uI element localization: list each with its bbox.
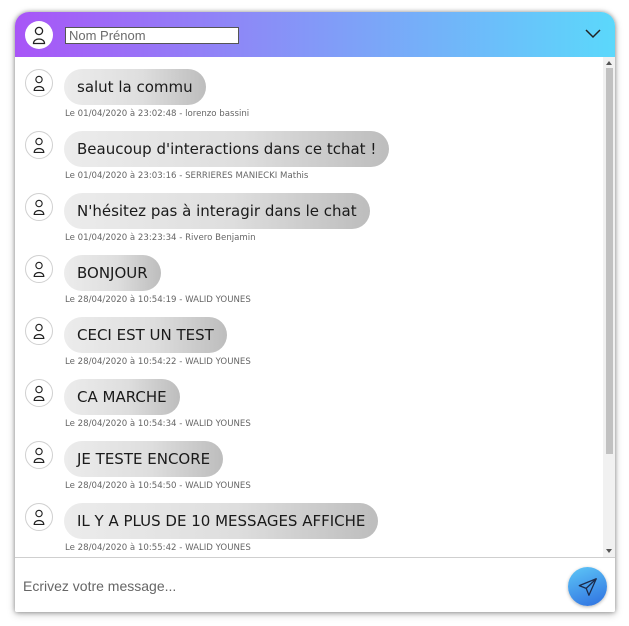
avatar <box>25 131 53 159</box>
message-meta: Le 28/04/2020 à 10:54:34 - WALID YOUNES <box>65 419 251 429</box>
person-icon <box>33 199 45 216</box>
message-bubble: JE TESTE ENCORE <box>64 441 224 477</box>
person-icon <box>33 323 45 340</box>
scroll-down-arrow-icon[interactable] <box>606 549 612 553</box>
person-icon <box>33 137 45 154</box>
message-meta: Le 28/04/2020 à 10:55:42 - WALID YOUNES <box>65 543 251 553</box>
user-avatar <box>25 21 53 49</box>
message-bubble: BONJOUR <box>64 255 161 291</box>
message-item: JE TESTE ENCORE Le 28/04/2020 à 10:54:50… <box>15 441 603 503</box>
message-item: Beaucoup d'interactions dans ce tchat ! … <box>15 131 603 193</box>
avatar <box>25 441 53 469</box>
person-icon <box>33 261 45 278</box>
scroll-up-arrow-icon[interactable] <box>606 61 612 65</box>
person-icon <box>32 26 46 45</box>
message-input[interactable] <box>23 576 553 596</box>
message-item: CECI EST UN TEST Le 28/04/2020 à 10:54:2… <box>15 317 603 379</box>
message-item: N'hésitez pas à interagir dans le chat L… <box>15 193 603 255</box>
send-icon <box>578 577 597 596</box>
person-icon <box>33 75 45 92</box>
name-input[interactable] <box>65 27 239 44</box>
message-item: salut la commu Le 01/04/2020 à 23:02:48 … <box>15 69 603 131</box>
avatar <box>25 379 53 407</box>
message-meta: Le 28/04/2020 à 10:54:22 - WALID YOUNES <box>65 357 251 367</box>
avatar <box>25 503 53 531</box>
chevron-down-icon[interactable] <box>585 27 601 39</box>
person-icon <box>33 385 45 402</box>
chat-header <box>15 12 615 57</box>
message-bubble: CECI EST UN TEST <box>64 317 227 353</box>
person-icon <box>33 509 45 526</box>
avatar <box>25 69 53 97</box>
message-bubble: IL Y A PLUS DE 10 MESSAGES AFFICHE <box>64 503 379 539</box>
message-meta: Le 01/04/2020 à 23:02:48 - lorenzo bassi… <box>65 109 250 119</box>
message-list: salut la commu Le 01/04/2020 à 23:02:48 … <box>15 57 603 557</box>
scrollbar-thumb[interactable] <box>606 68 613 454</box>
message-bubble: CA MARCHE <box>64 379 180 415</box>
send-button[interactable] <box>568 567 607 606</box>
chat-window: salut la commu Le 01/04/2020 à 23:02:48 … <box>15 12 615 612</box>
message-meta: Le 28/04/2020 à 10:54:50 - WALID YOUNES <box>65 481 251 491</box>
message-bubble: salut la commu <box>64 69 206 105</box>
message-item: BONJOUR Le 28/04/2020 à 10:54:19 - WALID… <box>15 255 603 317</box>
composer <box>15 557 615 612</box>
message-meta: Le 28/04/2020 à 10:54:19 - WALID YOUNES <box>65 295 251 305</box>
message-bubble: N'hésitez pas à interagir dans le chat <box>64 193 370 229</box>
message-meta: Le 01/04/2020 à 23:03:16 - SERRIERES MAN… <box>65 171 309 181</box>
message-meta: Le 01/04/2020 à 23:23:34 - Rivero Benjam… <box>65 233 256 243</box>
avatar <box>25 255 53 283</box>
message-item: IL Y A PLUS DE 10 MESSAGES AFFICHE Le 28… <box>15 503 603 557</box>
avatar <box>25 193 53 221</box>
message-item: CA MARCHE Le 28/04/2020 à 10:54:34 - WAL… <box>15 379 603 441</box>
message-bubble: Beaucoup d'interactions dans ce tchat ! <box>64 131 390 167</box>
person-icon <box>33 447 45 464</box>
avatar <box>25 317 53 345</box>
message-scrollbar[interactable] <box>603 57 615 557</box>
